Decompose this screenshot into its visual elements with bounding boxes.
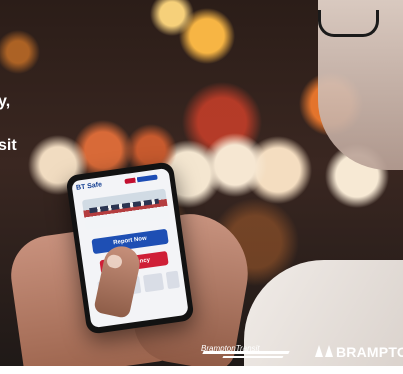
background-photo: y, sit BT Safe Report Now Emergency Bram… [0, 0, 403, 366]
brampton-transit-swoosh [202, 351, 290, 354]
brand-badge [124, 174, 158, 185]
brampton-wordmark: BRAMPTON [336, 344, 403, 360]
headline: y, sit [0, 80, 17, 168]
brampton-logo-icon [315, 345, 333, 357]
menu-tile[interactable] [142, 272, 165, 293]
bus-photo [81, 188, 170, 230]
app-title: BT Safe [75, 181, 103, 192]
headline-line-2: sit [0, 137, 17, 154]
menu-tile[interactable] [165, 270, 180, 290]
glasses [318, 10, 379, 37]
headline-line-1: y, [0, 93, 11, 110]
